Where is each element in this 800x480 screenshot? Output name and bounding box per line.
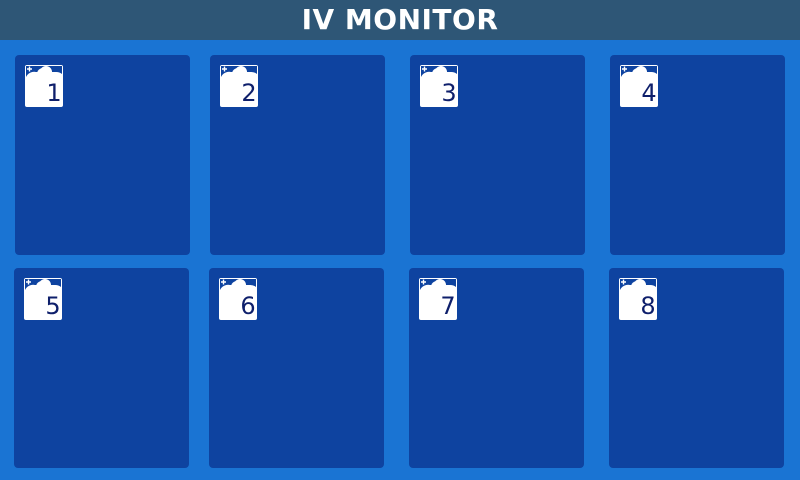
bed-number: 8 (640, 292, 656, 320)
bed-tile-8[interactable]: 8 (609, 268, 784, 468)
bed-grid: 1 2 3 4 5 6 7 8 (0, 0, 800, 480)
bed-number: 6 (240, 292, 256, 320)
add-patient-icon: 3 (420, 65, 458, 107)
bed-number: 7 (440, 292, 456, 320)
add-patient-icon: 2 (220, 65, 258, 107)
bed-number: 3 (441, 79, 457, 107)
add-patient-icon: 1 (25, 65, 63, 107)
bed-number: 5 (45, 292, 61, 320)
add-patient-icon: 7 (419, 278, 457, 320)
add-patient-icon: 6 (219, 278, 257, 320)
bed-tile-2[interactable]: 2 (210, 55, 385, 255)
bed-tile-6[interactable]: 6 (209, 268, 384, 468)
add-patient-icon: 5 (24, 278, 62, 320)
add-patient-icon: 8 (619, 278, 657, 320)
bed-number: 1 (46, 79, 62, 107)
bed-tile-4[interactable]: 4 (610, 55, 785, 255)
bed-tile-7[interactable]: 7 (409, 268, 584, 468)
bed-number: 4 (641, 79, 657, 107)
bed-tile-3[interactable]: 3 (410, 55, 585, 255)
add-patient-icon: 4 (620, 65, 658, 107)
bed-tile-1[interactable]: 1 (15, 55, 190, 255)
bed-number: 2 (241, 79, 257, 107)
bed-tile-5[interactable]: 5 (14, 268, 189, 468)
